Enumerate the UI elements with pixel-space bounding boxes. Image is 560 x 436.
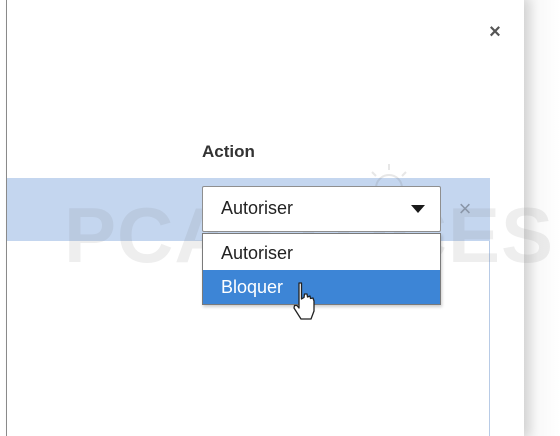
- option-autoriser[interactable]: Autoriser: [203, 236, 440, 270]
- action-select-value: Autoriser: [221, 198, 294, 218]
- action-column-header: Action: [202, 142, 255, 161]
- close-dialog-button[interactable]: ×: [484, 20, 506, 44]
- option-bloquer[interactable]: Bloquer: [203, 270, 440, 304]
- action-select[interactable]: Autoriser: [202, 186, 441, 232]
- remove-row-button[interactable]: ×: [452, 196, 478, 222]
- background-shade: [524, 0, 560, 436]
- screenshot-stage: × Action PCASTUCES Autoriser × Autoriser…: [0, 0, 560, 436]
- dropdown-arrow-icon: [411, 205, 425, 213]
- action-dropdown-list: Autoriser Bloquer: [202, 233, 441, 305]
